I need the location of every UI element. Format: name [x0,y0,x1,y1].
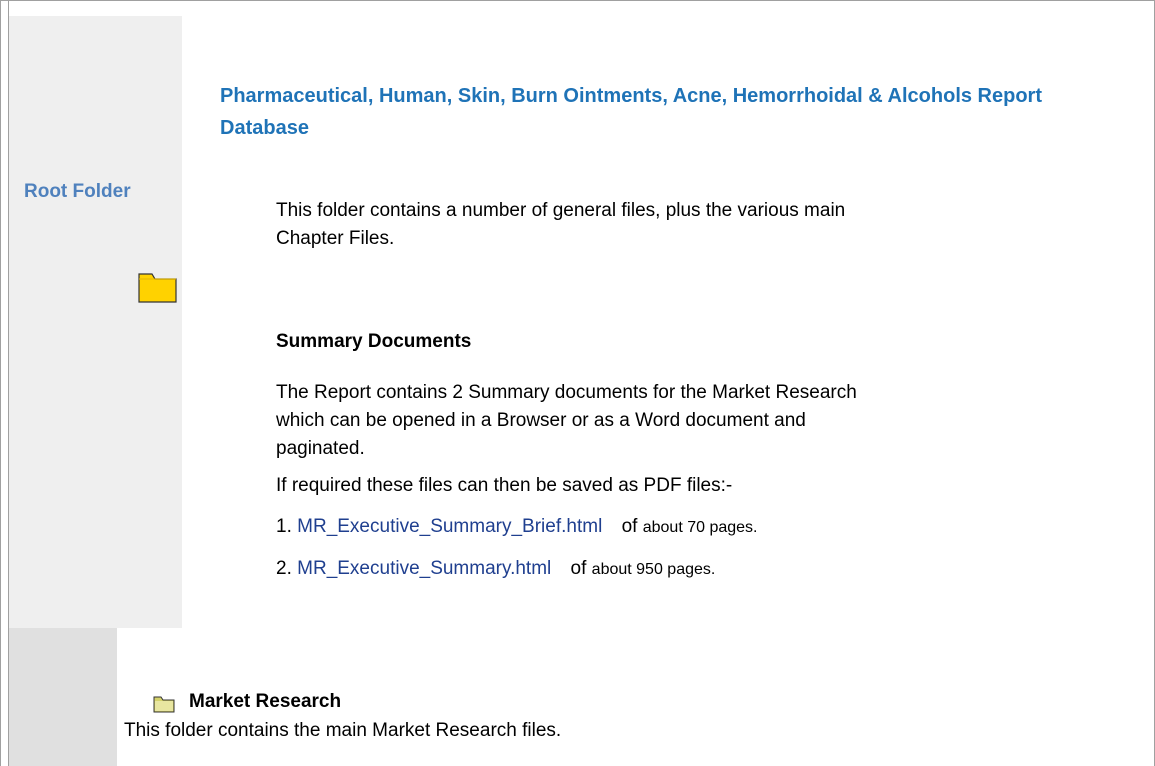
list-item: 1. MR_Executive_Summary_Brief.html of ab… [276,513,757,542]
database-title: Pharmaceutical, Human, Skin, Burn Ointme… [220,85,1043,139]
root-folder-label: Root Folder [24,181,131,202]
list-number: 1. [276,516,292,537]
list-of: of [570,558,587,579]
folder-icon[interactable] [138,270,178,304]
sidebar-panel-lower [9,628,117,766]
executive-summary-brief-link[interactable]: MR_Executive_Summary_Brief.html [297,516,602,537]
list-item: 2. MR_Executive_Summary.html of about 95… [276,555,715,584]
sidebar-panel [9,16,182,628]
frame-left-border [0,0,1,766]
summary-description: The Report contains 2 Summary documents … [276,382,857,459]
list-page-count: about 950 pages. [591,561,716,578]
summary-heading: Summary Documents [276,331,472,352]
intro-text: This folder contains a number of general… [276,200,846,249]
list-page-count: about 70 pages. [642,519,758,536]
frame-top-border [0,0,1155,1]
market-research-heading: Market Research [189,691,342,712]
market-research-description: This folder contains the main Market Res… [124,720,562,741]
pdf-note: If required these files can then be save… [276,475,733,496]
list-of: of [621,516,638,537]
executive-summary-link[interactable]: MR_Executive_Summary.html [297,558,551,579]
folder-icon[interactable] [153,695,175,713]
list-number: 2. [276,558,292,579]
